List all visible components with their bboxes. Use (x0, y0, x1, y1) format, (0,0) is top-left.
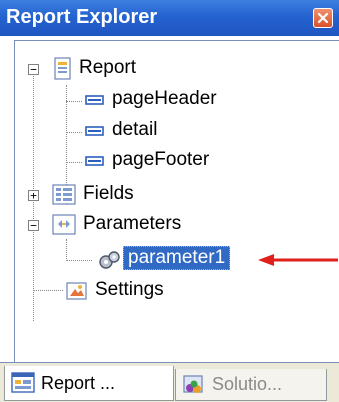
tree-item-report[interactable]: − Report (15, 55, 335, 85)
parameter-icon (99, 251, 120, 269)
tree-item-label: Report (79, 57, 137, 78)
tree-item-settings[interactable]: Settings (15, 277, 335, 307)
annotation-arrow (258, 254, 338, 266)
tree-item-fields[interactable]: + Fields (15, 181, 335, 211)
report-tree[interactable]: − Report pageHeader detail pageFooter + … (14, 40, 339, 362)
tree-item-pageheader[interactable]: pageHeader (15, 86, 335, 116)
tree-item-label: pageHeader (112, 88, 217, 109)
section-icon (85, 95, 104, 105)
tree-item-label: pageFooter (112, 149, 210, 170)
close-icon (317, 12, 329, 24)
tab-label: Report ... (41, 372, 116, 393)
section-icon (85, 156, 104, 166)
section-icon (85, 126, 104, 136)
report-explorer-tab-icon (11, 372, 35, 393)
solution-explorer-tab-icon (183, 374, 203, 393)
tree-item-label: parameter1 (123, 246, 231, 270)
tree-item-label: detail (112, 119, 158, 140)
tab-strip: Report ... Solutio... (0, 362, 339, 402)
tree-item-detail[interactable]: detail (15, 117, 335, 147)
report-icon (54, 57, 71, 80)
window-title: Report Explorer (6, 6, 158, 28)
expand-toggle[interactable]: + (28, 190, 39, 201)
tree-item-pagefooter[interactable]: pageFooter (15, 147, 335, 177)
tab-solution-explorer[interactable]: Solutio... (175, 369, 327, 401)
tree-item-label: Fields (83, 183, 134, 204)
tab-report-explorer[interactable]: Report ... (4, 366, 174, 401)
title-bar: Report Explorer (0, 0, 339, 36)
tab-label: Solutio... (212, 374, 283, 394)
collapse-toggle[interactable]: − (28, 64, 39, 75)
settings-icon (66, 282, 87, 300)
parameters-icon (52, 214, 76, 235)
collapse-toggle[interactable]: − (28, 220, 39, 231)
report-explorer-panel: Report Explorer − Report pageHeader deta… (0, 0, 339, 402)
fields-icon (52, 184, 76, 205)
close-button[interactable] (313, 8, 333, 28)
tree-item-parameters[interactable]: − Parameters (15, 211, 335, 241)
tree-item-label: Parameters (83, 213, 182, 234)
tree-item-label: Settings (95, 279, 164, 300)
